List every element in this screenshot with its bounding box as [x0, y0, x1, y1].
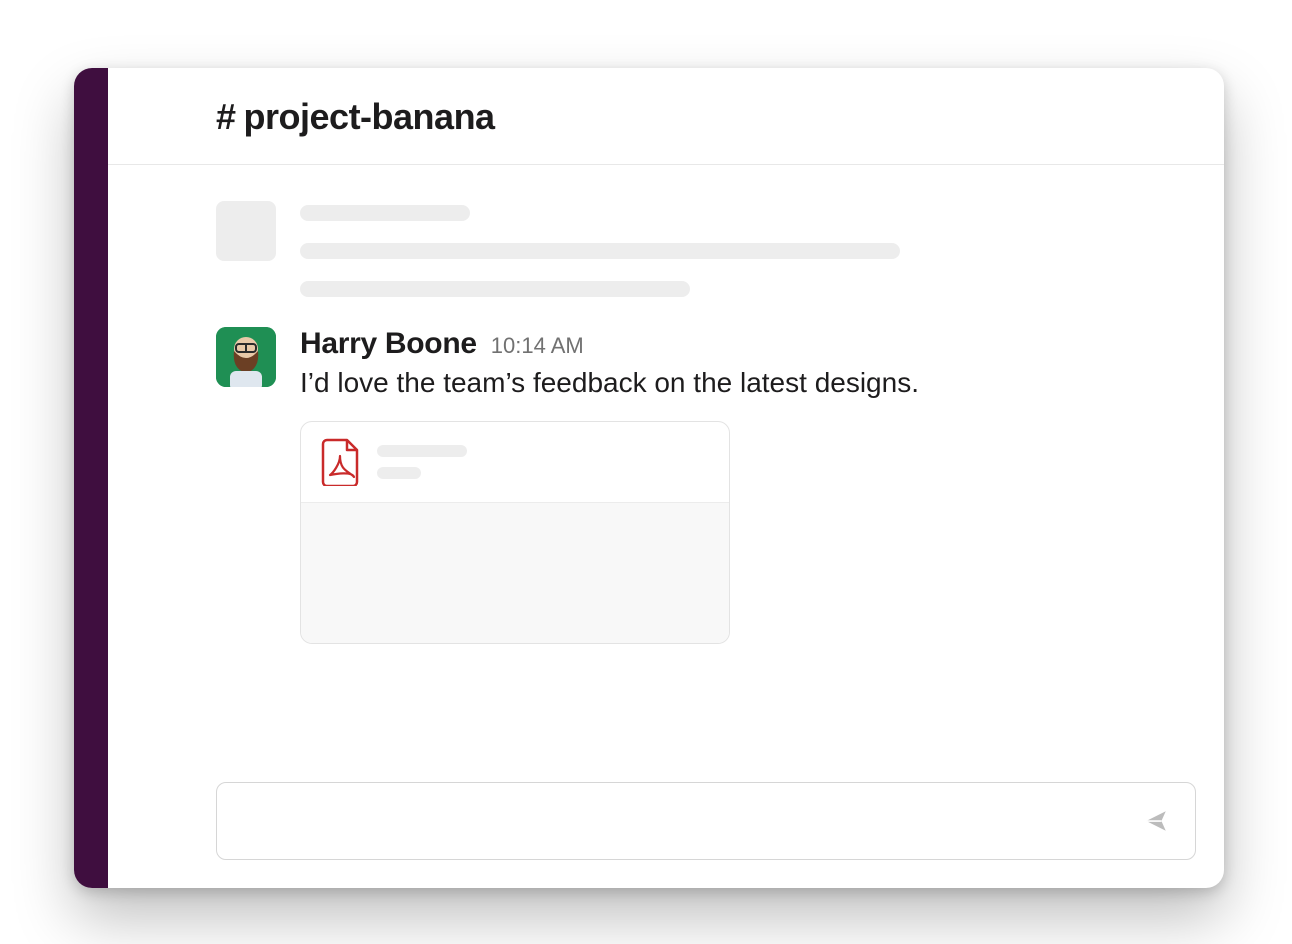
file-meta-placeholder: [377, 467, 421, 479]
message-placeholder: [216, 201, 1184, 297]
file-preview-placeholder: [301, 503, 729, 643]
placeholder-line: [300, 281, 690, 297]
sidebar: [74, 68, 108, 888]
message-text: I’d love the team’s feedback on the late…: [300, 367, 1184, 399]
send-icon: [1141, 808, 1171, 834]
avatar-illustration: [216, 327, 276, 387]
app-window: # project-banana: [74, 68, 1224, 888]
main-pane: # project-banana: [108, 68, 1224, 888]
message-author[interactable]: Harry Boone: [300, 327, 477, 361]
file-name-placeholder: [377, 445, 467, 457]
message-composer[interactable]: [216, 782, 1196, 860]
send-button[interactable]: [1139, 806, 1173, 836]
text-placeholder-group: [300, 201, 1184, 297]
avatar[interactable]: [216, 327, 276, 387]
channel-header: # project-banana: [108, 68, 1224, 165]
message-list: Harry Boone 10:14 AM I’d love the team’s…: [108, 165, 1224, 782]
placeholder-line: [300, 243, 900, 259]
message-timestamp: 10:14 AM: [491, 333, 584, 359]
message: Harry Boone 10:14 AM I’d love the team’s…: [216, 327, 1184, 644]
composer-input[interactable]: [239, 783, 1139, 859]
pdf-icon: [321, 438, 361, 486]
hash-icon: #: [216, 96, 236, 138]
avatar-placeholder: [216, 201, 276, 261]
placeholder-line: [300, 205, 470, 221]
channel-name: project-banana: [244, 96, 495, 138]
channel-title[interactable]: # project-banana: [216, 96, 1184, 138]
file-attachment[interactable]: [300, 421, 730, 644]
